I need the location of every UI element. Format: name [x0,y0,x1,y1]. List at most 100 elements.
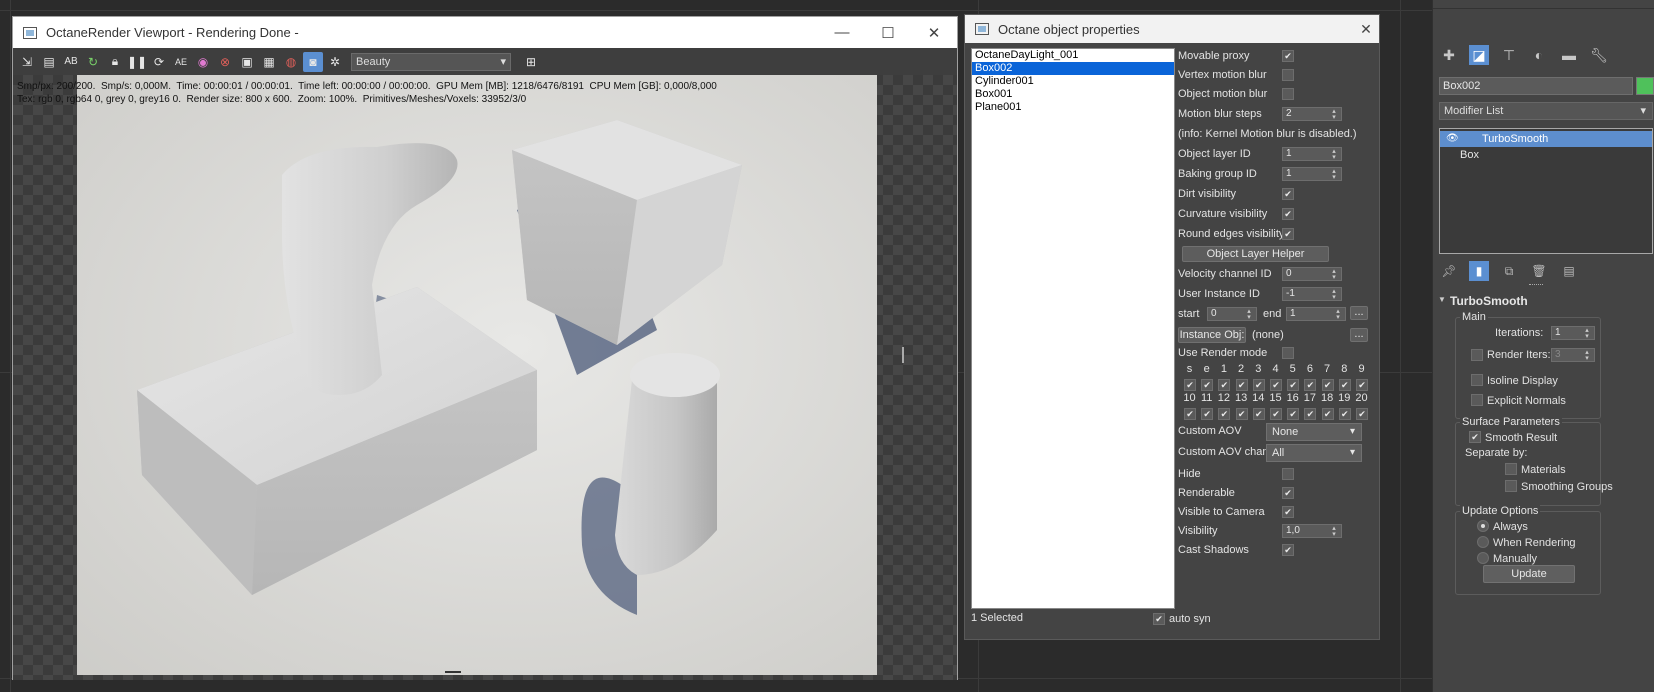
light-pass-checkbox[interactable]: ✔ [1201,379,1214,391]
light-pass-checkbox[interactable]: ✔ [1252,408,1265,420]
custom-aov-channel-dropdown[interactable]: All [1266,444,1362,462]
pause-icon[interactable]: ❚❚ [127,52,147,72]
list-item[interactable]: Plane001 [972,101,1174,114]
range-options-button[interactable]: ... [1350,306,1368,320]
clipboard-icon[interactable]: ▤ [39,52,59,72]
smooth-result-checkbox[interactable]: ✔ [1469,431,1481,443]
pin-stack-icon[interactable]: 📌︎ [1439,261,1459,281]
modifier-list-dropdown[interactable]: Modifier List [1439,102,1653,120]
resize-grip[interactable] [445,671,461,673]
always-radio[interactable] [1477,520,1489,532]
motion-icon[interactable]: ◐ [1529,45,1549,65]
close-button[interactable]: ✕ [1353,21,1379,38]
baking-group-id-spinner[interactable]: 1 [1282,167,1342,181]
manually-radio[interactable] [1477,552,1489,564]
list-item[interactable]: Cylinder001 [972,75,1174,88]
light-pass-checkbox[interactable]: ✔ [1287,379,1300,391]
update-button[interactable]: Update [1483,565,1575,583]
configure-sets-icon[interactable]: ▤ [1559,261,1579,281]
render-window-titlebar[interactable]: OctaneRender Viewport - Rendering Done -… [13,17,957,48]
object-motion-blur-checkbox[interactable] [1282,88,1294,100]
velocity-channel-id-spinner[interactable]: 0 [1282,267,1342,281]
light-pass-checkbox[interactable]: ✔ [1252,379,1265,391]
eye-icon[interactable]: 👁︎ [1446,131,1459,147]
object-layer-id-spinner[interactable]: 1 [1282,147,1342,161]
render-iters-checkbox[interactable] [1471,349,1483,361]
export-icon[interactable]: ⇲ [17,52,37,72]
minimize-button[interactable]: — [819,17,865,48]
list-item[interactable]: Box001 [972,88,1174,101]
octane-render-window[interactable]: OctaneRender Viewport - Rendering Done -… [12,16,958,680]
save-frame-icon[interactable]: ▣ [237,52,257,72]
ab-compare-icon[interactable]: AB [61,52,81,72]
isoline-display-checkbox[interactable] [1471,374,1483,386]
custom-aov-dropdown[interactable]: None [1266,423,1362,441]
light-pass-checkbox[interactable]: ✔ [1235,408,1248,420]
aef-icon[interactable]: AE [171,52,191,72]
render-pass-select[interactable]: Beauty ▾ [351,52,511,71]
auto-sync-checkbox[interactable]: ✔ [1153,613,1165,625]
light-pass-checkbox[interactable]: ✔ [1184,379,1196,391]
splitter-handle[interactable] [902,347,904,363]
instance-obj-button[interactable]: Instance Obj: [1178,327,1246,343]
curvature-visibility-checkbox[interactable]: ✔ [1282,208,1294,220]
film-icon[interactable]: ▦ [259,52,279,72]
render-canvas[interactable]: Smp/px: 200/200. Smp/s: 0,000M. Time: 00… [13,75,957,680]
light-pass-checkbox[interactable]: ✔ [1270,408,1282,420]
hide-checkbox[interactable] [1282,468,1294,480]
hierarchy-icon[interactable]: ⊤ [1499,45,1519,65]
light-pass-checkbox[interactable]: ✔ [1270,379,1282,391]
modifier-stack[interactable]: 👁︎ TurboSmooth Box [1439,128,1653,254]
visible-to-camera-checkbox[interactable]: ✔ [1282,506,1294,518]
movable-proxy-checkbox[interactable]: ✔ [1282,50,1294,62]
fit-view-icon[interactable]: ⊞ [521,52,541,72]
light-pass-checkbox[interactable]: ✔ [1338,379,1351,391]
use-render-mode-checkbox[interactable] [1282,347,1294,359]
dirt-visibility-checkbox[interactable]: ✔ [1282,188,1294,200]
object-list[interactable]: OctaneDayLight_001 Box002 Cylinder001 Bo… [971,48,1175,609]
rollout-drag-handle[interactable] [1529,284,1543,286]
light-pass-checkbox[interactable]: ✔ [1235,379,1248,391]
user-instance-id-spinner[interactable]: -1 [1282,287,1342,301]
lock-icon[interactable]: 🔒︎ [105,52,125,72]
round-edges-visibility-checkbox[interactable]: ✔ [1282,228,1294,240]
restart-icon[interactable]: ↻ [83,52,103,72]
light-pass-checkbox[interactable]: ✔ [1321,379,1334,391]
visibility-spinner[interactable]: 1,0 [1282,524,1342,538]
remove-modifier-icon[interactable]: 🗑︎ [1529,261,1549,281]
make-unique-icon[interactable]: ⧉ [1499,261,1519,281]
instance-options-button[interactable]: ... [1350,328,1368,342]
object-color-swatch[interactable] [1636,77,1654,95]
light-pass-checkbox[interactable]: ✔ [1321,408,1334,420]
show-end-result-icon[interactable]: ▮ [1469,261,1489,281]
cast-shadows-checkbox[interactable]: ✔ [1282,544,1294,556]
stack-item-box[interactable]: Box [1440,147,1652,163]
light-pass-checkbox[interactable]: ✔ [1218,408,1231,420]
color-wheel-icon[interactable]: ◉ [193,52,213,72]
rollout-title[interactable]: TurboSmooth [1450,294,1528,308]
display-icon[interactable]: ▬ [1559,45,1579,65]
refresh-icon[interactable]: ⟳ [149,52,169,72]
stack-item-turbosmooth[interactable]: 👁︎ TurboSmooth [1440,131,1652,147]
settings-icon[interactable]: ✲ [325,52,345,72]
light-pass-checkbox[interactable]: ✔ [1287,408,1300,420]
materials-checkbox[interactable] [1505,463,1517,475]
chevron-down-icon[interactable]: ▼ [1438,295,1446,304]
vertex-motion-blur-checkbox[interactable] [1282,69,1294,81]
object-name-input[interactable]: Box002 [1439,77,1633,95]
start-spinner[interactable]: 0 [1207,307,1257,321]
explicit-normals-checkbox[interactable] [1471,394,1483,406]
end-spinner[interactable]: 1 [1286,307,1346,321]
light-pass-checkbox[interactable]: ✔ [1201,408,1214,420]
light-pass-checkbox[interactable]: ✔ [1304,379,1317,391]
modify-icon[interactable]: ◪ [1469,45,1489,65]
utilities-icon[interactable]: 🔧︎ [1589,45,1609,65]
light-pass-checkbox[interactable]: ✔ [1356,379,1368,391]
iterations-spinner[interactable]: 1 [1551,326,1595,340]
region-icon[interactable]: ◍ [281,52,301,72]
object-layer-helper-button[interactable]: Object Layer Helper [1182,246,1329,262]
maximize-button[interactable]: ☐ [865,17,911,48]
render-iters-spinner[interactable]: 3 [1551,348,1595,362]
light-pass-checkbox[interactable]: ✔ [1184,408,1196,420]
list-item[interactable]: Box002 [972,62,1174,75]
